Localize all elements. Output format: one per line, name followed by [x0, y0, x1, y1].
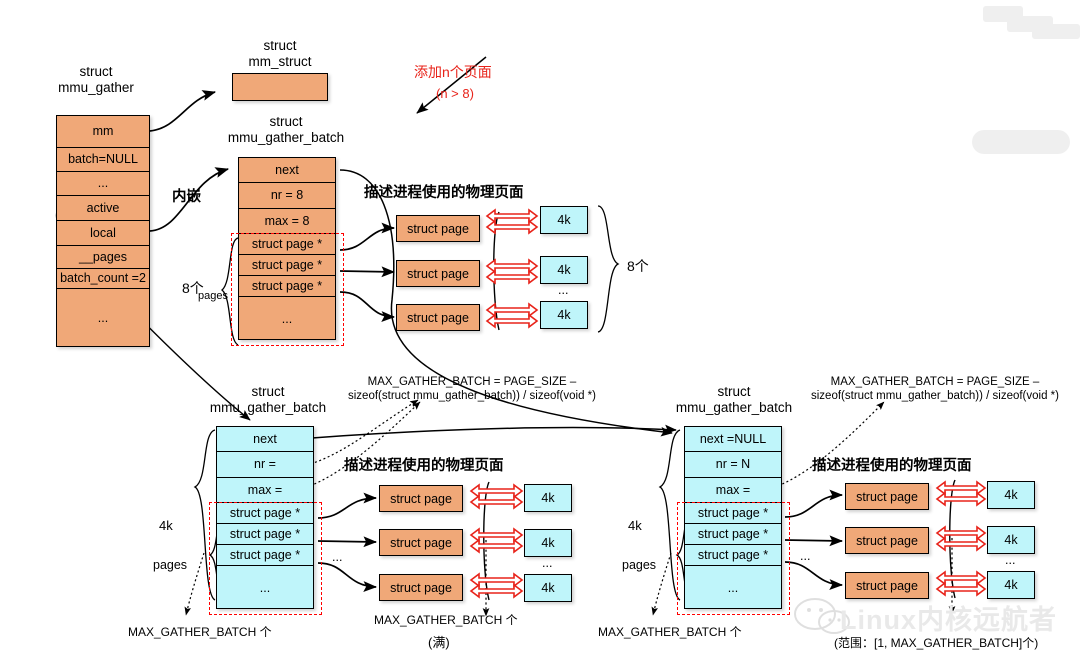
- page-frame-box: 4k: [987, 481, 1035, 509]
- struct-page-box: struct page: [396, 260, 480, 287]
- mmu-gather-caption: struct mmu_gather: [58, 64, 134, 95]
- label-max-gather-batch-mid: MAX_GATHER_BATCH 个: [374, 613, 518, 627]
- label-add-pages-cond: (n > 8): [436, 86, 474, 101]
- label-pages-word-top: pages: [198, 290, 228, 302]
- mm-struct-caption: struct mm_struct: [248, 38, 312, 69]
- page-frame-box: 4k: [524, 529, 572, 557]
- field-page-ptr: struct page *: [217, 545, 313, 566]
- label-embedded: 内嵌: [172, 189, 201, 205]
- label-physical-pages-mid: 描述进程使用的物理页面: [344, 458, 504, 474]
- field-nr: nr = 8: [239, 183, 335, 209]
- label-physical-pages-top: 描述进程使用的物理页面: [364, 185, 524, 201]
- label-physical-pages-right: 描述进程使用的物理页面: [812, 458, 972, 474]
- label-frames-ellipsis-right: ...: [1005, 553, 1016, 567]
- struct-batch-mid: next nr = max = struct page * struct pag…: [216, 426, 314, 609]
- struct-mm-struct: [232, 73, 328, 101]
- struct-batch-right: next =NULL nr = N max = struct page * st…: [684, 426, 782, 609]
- formula-line1: MAX_GATHER_BATCH = PAGE_SIZE –: [367, 376, 577, 388]
- page-frame-box: 4k: [524, 574, 572, 602]
- field-next: next =NULL: [685, 427, 781, 452]
- field-nr: nr = N: [685, 452, 781, 478]
- label-page-ptr-ellipsis-right: ...: [800, 549, 811, 563]
- label-eight-count: 8个: [627, 258, 649, 274]
- label-pages-mid: pages: [153, 558, 188, 572]
- formula-line2: sizeof(struct mmu_gather_batch)) / sizeo…: [811, 390, 1059, 403]
- formula-line2: sizeof(struct mmu_gather_batch)) / sizeo…: [348, 390, 596, 403]
- field-page-ptr: struct page *: [217, 503, 313, 524]
- field-batch: batch=NULL: [57, 148, 149, 172]
- field-page-ptr: struct page *: [685, 524, 781, 545]
- label-frames-ellipsis-mid: ...: [542, 556, 553, 570]
- field-page-ellipsis: ...: [727, 580, 739, 595]
- label-full-marker: (满): [428, 635, 450, 650]
- label-add-pages: 添加n个页面: [414, 64, 492, 80]
- field-ellipsis-1: ...: [57, 172, 149, 196]
- field-max: max =: [217, 478, 313, 503]
- struct-page-box: struct page: [845, 572, 929, 599]
- struct-page-box: struct page: [845, 527, 929, 554]
- field-page-ptr: struct page *: [685, 545, 781, 566]
- field-mm: mm: [57, 116, 149, 148]
- watermark-block: [1032, 24, 1080, 39]
- watermark-block: [972, 130, 1070, 154]
- page-frame-box: 4k: [540, 206, 588, 234]
- field-next: next: [239, 158, 335, 183]
- label-max-gather-batch-right: MAX_GATHER_BATCH 个: [598, 625, 742, 639]
- label-pages-right: pages: [622, 558, 657, 572]
- struct-page-box: struct page: [379, 574, 463, 601]
- label-4k-right: 4k: [628, 518, 642, 533]
- struct-batch-top: next nr = 8 max = 8 struct page * struct…: [238, 157, 336, 340]
- page-frame-box: 4k: [987, 571, 1035, 599]
- formula-line1: MAX_GATHER_BATCH = PAGE_SIZE –: [830, 376, 1040, 388]
- field-page-ptr: struct page *: [239, 255, 335, 276]
- formula-max-gather-batch-left: MAX_GATHER_BATCH = PAGE_SIZE – sizeof(str…: [322, 375, 622, 404]
- field-active: active: [57, 196, 149, 221]
- field-page-ellipsis: ...: [281, 311, 293, 326]
- struct-page-box: struct page: [845, 483, 929, 510]
- field-page-ptr: struct page *: [239, 234, 335, 255]
- label-page-ptr-ellipsis-mid: ...: [332, 550, 343, 564]
- struct-mmu-gather: mm batch=NULL ... active local __pages b…: [56, 115, 150, 347]
- label-4k-mid: 4k: [159, 518, 173, 533]
- field-page-ptr: struct page *: [217, 524, 313, 545]
- struct-page-box: struct page: [396, 304, 480, 331]
- label-frames-ellipsis-top: ...: [558, 283, 569, 297]
- page-frame-box: 4k: [987, 526, 1035, 554]
- range-footnote: (范围：[1, MAX_GATHER_BATCH]个): [834, 636, 1039, 650]
- page-frame-box: 4k: [524, 484, 572, 512]
- field-pages: __pages: [57, 246, 149, 269]
- label-max-gather-batch-left: MAX_GATHER_BATCH 个: [128, 625, 272, 639]
- batch-right-caption: struct mmu_gather_batch: [675, 384, 793, 415]
- page-frame-box: 4k: [540, 256, 588, 284]
- field-max: max =: [685, 478, 781, 503]
- batch-mid-caption: struct mmu_gather_batch: [209, 384, 327, 415]
- brand-watermark: Linux内核远航者: [840, 605, 1057, 635]
- batch-top-caption: struct mmu_gather_batch: [227, 114, 345, 145]
- field-batch-count: batch_count =2: [57, 269, 149, 289]
- field-max: max = 8: [239, 209, 335, 234]
- formula-max-gather-batch-right: MAX_GATHER_BATCH = PAGE_SIZE – sizeof(str…: [788, 375, 1082, 404]
- diagram-canvas: struct mmu_gather mm batch=NULL ... acti…: [0, 0, 1082, 657]
- field-nr: nr =: [217, 452, 313, 478]
- field-local: local: [57, 221, 149, 246]
- struct-page-box: struct page: [379, 485, 463, 512]
- struct-page-box: struct page: [379, 529, 463, 556]
- field-ellipsis-2: ...: [97, 311, 109, 326]
- struct-page-box: struct page: [396, 215, 480, 242]
- page-frame-box: 4k: [540, 301, 588, 329]
- field-page-ellipsis: ...: [259, 580, 271, 595]
- field-next: next: [217, 427, 313, 452]
- field-page-ptr: struct page *: [685, 503, 781, 524]
- field-page-ptr: struct page *: [239, 276, 335, 297]
